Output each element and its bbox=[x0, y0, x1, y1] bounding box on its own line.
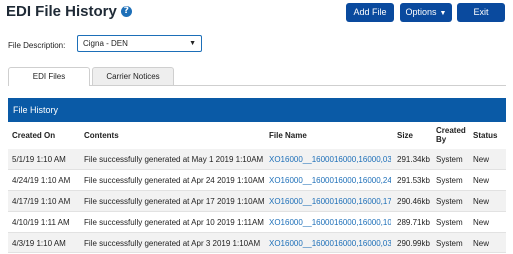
tab-carrier-notices[interactable]: Carrier Notices bbox=[92, 67, 174, 85]
cell-created-on: 5/1/19 1:10 AM bbox=[12, 155, 66, 164]
help-icon[interactable]: ? bbox=[120, 6, 132, 17]
col-status[interactable]: Status bbox=[473, 131, 497, 140]
file-name-link[interactable]: XO16000__1600016000,16000,03... bbox=[269, 233, 391, 254]
options-button-label: Options bbox=[405, 7, 437, 17]
cell-status: New bbox=[473, 197, 490, 206]
table-row[interactable]: 4/3/19 1:10 AM File successfully generat… bbox=[8, 233, 506, 253]
table-row[interactable]: 5/1/19 1:10 AM File successfully generat… bbox=[8, 149, 506, 170]
page-title: EDI File History ? bbox=[6, 3, 132, 20]
caret-down-icon: ▼ bbox=[189, 40, 196, 47]
cell-created-on: 4/3/19 1:10 AM bbox=[12, 239, 66, 248]
table-row[interactable]: 4/10/19 1:11 AM File successfully genera… bbox=[8, 212, 506, 233]
cell-created-on: 4/24/19 1:10 AM bbox=[12, 176, 71, 185]
col-contents[interactable]: Contents bbox=[84, 131, 119, 140]
col-created-by[interactable]: Created By bbox=[436, 126, 468, 144]
file-name-link[interactable]: XO16000__1600016000,16000,03... bbox=[269, 149, 391, 170]
caret-down-icon: ▼ bbox=[439, 10, 447, 17]
panel-title: File History bbox=[8, 98, 506, 122]
cell-created-on: 4/17/19 1:10 AM bbox=[12, 197, 71, 206]
cell-size: 291.53kb bbox=[397, 176, 430, 185]
cell-status: New bbox=[473, 218, 490, 227]
file-name-link[interactable]: XO16000__1600016000,16000,24... bbox=[269, 170, 391, 191]
cell-contents: File successfully generated at Apr 10 20… bbox=[84, 218, 264, 227]
file-description-value: Cigna - DEN bbox=[83, 39, 128, 48]
cell-contents: File successfully generated at May 1 201… bbox=[84, 155, 264, 164]
cell-size: 289.71kb bbox=[397, 218, 430, 227]
cell-size: 290.46kb bbox=[397, 197, 430, 206]
file-name-link[interactable]: XO16000__1600016000,16000,17... bbox=[269, 191, 391, 212]
col-created-on[interactable]: Created On bbox=[12, 131, 55, 140]
cell-size: 291.34kb bbox=[397, 155, 430, 164]
tab-edi-files[interactable]: EDI Files bbox=[8, 67, 90, 86]
cell-created-by: System bbox=[436, 155, 463, 164]
cell-contents: File successfully generated at Apr 24 20… bbox=[84, 176, 264, 185]
table-row[interactable]: 4/17/19 1:10 AM File successfully genera… bbox=[8, 191, 506, 212]
cell-contents: File successfully generated at Apr 17 20… bbox=[84, 197, 264, 206]
file-description-select[interactable]: Cigna - DEN ▼ bbox=[77, 35, 202, 52]
cell-created-by: System bbox=[436, 176, 463, 185]
col-size[interactable]: Size bbox=[397, 131, 413, 140]
cell-status: New bbox=[473, 155, 490, 164]
cell-created-by: System bbox=[436, 239, 463, 248]
cell-status: New bbox=[473, 176, 490, 185]
col-file-name[interactable]: File Name bbox=[269, 131, 307, 140]
cell-status: New bbox=[473, 239, 490, 248]
table-header: Created On Contents File Name Size Creat… bbox=[8, 122, 506, 150]
table-row[interactable]: 4/24/19 1:10 AM File successfully genera… bbox=[8, 170, 506, 191]
cell-contents: File successfully generated at Apr 3 201… bbox=[84, 239, 261, 248]
page-title-text: EDI File History bbox=[6, 3, 117, 20]
file-description-label: File Description: bbox=[8, 41, 66, 50]
cell-created-by: System bbox=[436, 218, 463, 227]
cell-size: 290.99kb bbox=[397, 239, 430, 248]
exit-button[interactable]: Exit bbox=[457, 3, 505, 22]
add-file-button[interactable]: Add File bbox=[346, 3, 394, 22]
options-button[interactable]: Options ▼ bbox=[400, 3, 452, 22]
file-name-link[interactable]: XO16000__1600016000,16000,10... bbox=[269, 212, 391, 233]
cell-created-on: 4/10/19 1:11 AM bbox=[12, 218, 70, 227]
cell-created-by: System bbox=[436, 197, 463, 206]
